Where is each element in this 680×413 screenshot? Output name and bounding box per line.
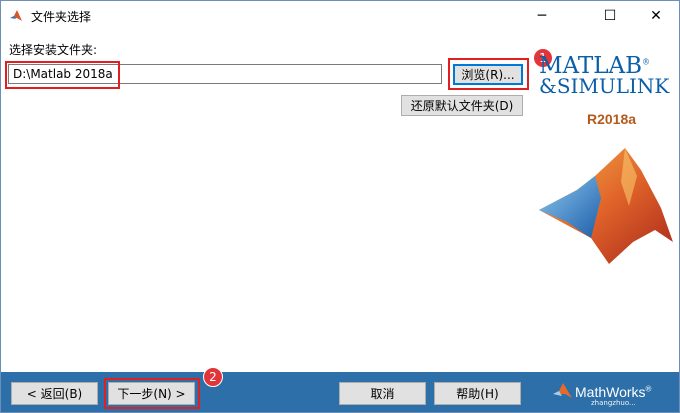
maximize-button[interactable]: ☐ xyxy=(587,1,633,31)
back-button[interactable]: < 返回(B) xyxy=(11,382,98,405)
restore-default-folder-button[interactable]: 还原默认文件夹(D) xyxy=(401,95,523,116)
maximize-icon: ☐ xyxy=(603,8,617,24)
folder-select-window: 文件夹选择 ─ ☐ ✕ 选择安装文件夹: 浏览(R)... 1 还原默认文件夹(… xyxy=(0,0,680,413)
browse-button[interactable]: 浏览(R)... xyxy=(453,64,523,85)
help-button[interactable]: 帮助(H) xyxy=(434,382,521,405)
cancel-button[interactable]: 取消 xyxy=(339,382,426,405)
window-title: 文件夹选择 xyxy=(31,10,92,24)
mathworks-brand-text: MathWorks xyxy=(575,384,646,400)
logo-registered-mark: ® xyxy=(642,57,651,67)
step-badge-2: 2 xyxy=(203,367,223,387)
minimize-button[interactable]: ─ xyxy=(519,1,565,31)
version-label: R2018a xyxy=(587,111,637,127)
mathworks-logo-icon xyxy=(553,383,572,398)
close-button[interactable]: ✕ xyxy=(633,1,679,31)
close-icon: ✕ xyxy=(650,8,662,24)
next-button[interactable]: 下一步(N) > xyxy=(108,382,195,405)
matlab-membrane-logo-icon xyxy=(539,148,673,264)
install-folder-label: 选择安装文件夹: xyxy=(9,43,98,57)
matlab-simulink-logo: MATLAB® &SIMULINK xyxy=(539,53,670,98)
logo-simulink-text: SIMULINK xyxy=(556,74,670,98)
install-path-input[interactable] xyxy=(8,64,442,84)
watermark-text: zhangzhuo... xyxy=(591,399,636,407)
minimize-icon: ─ xyxy=(537,8,547,24)
mathworks-registered-mark: ® xyxy=(645,384,652,394)
mathworks-brand: MathWorks® xyxy=(575,384,651,400)
title-bar[interactable]: 文件夹选择 ─ ☐ ✕ xyxy=(1,1,679,31)
matlab-app-icon xyxy=(10,10,22,21)
